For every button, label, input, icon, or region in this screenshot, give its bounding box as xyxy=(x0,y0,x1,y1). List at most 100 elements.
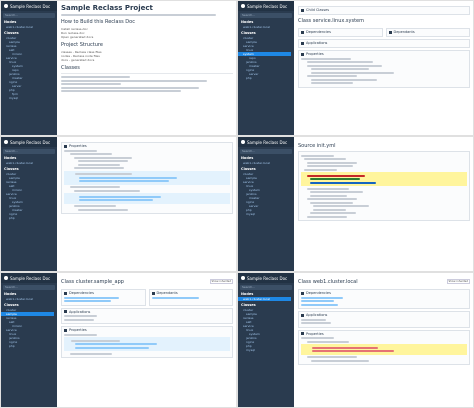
dependency-link[interactable] xyxy=(64,296,119,299)
code-line xyxy=(310,191,364,193)
divider xyxy=(61,73,233,74)
applications-box: Applications xyxy=(298,311,470,328)
code-line xyxy=(307,198,357,200)
property-line xyxy=(312,346,378,349)
property-line xyxy=(79,176,178,179)
sidebar-item-class[interactable]: php xyxy=(9,344,54,348)
panel-cluster-class: Sample Reclass Doc Search... Nodes web1.… xyxy=(0,272,237,408)
nodes-heading: Nodes xyxy=(241,20,254,24)
structure-heading: Project Structure xyxy=(61,42,103,48)
sidebar-item-node[interactable]: web1.cluster.local xyxy=(6,297,54,301)
applications-box: Applications xyxy=(298,39,470,48)
dependency-link[interactable] xyxy=(64,300,112,302)
property-line xyxy=(75,346,149,349)
search-input[interactable]: Search... xyxy=(240,149,292,154)
dependencies-box: Dependencies xyxy=(298,28,383,37)
text-line xyxy=(61,76,130,78)
code-line xyxy=(313,205,370,207)
property-line xyxy=(311,78,378,81)
applications-heading: Applications xyxy=(69,309,91,314)
panel-properties: Sample Reclass Doc Search... Nodes web1.… xyxy=(0,136,237,272)
property-line xyxy=(301,57,351,60)
sidebar-item-node[interactable]: web1.cluster.local xyxy=(243,25,291,29)
code-line xyxy=(310,194,347,197)
code-line xyxy=(301,154,335,157)
property-line xyxy=(78,163,120,166)
child-classes-box: Child Classes xyxy=(298,6,470,15)
search-input[interactable]: Search... xyxy=(240,285,292,290)
sidebar-item-class[interactable]: mysql xyxy=(9,96,54,100)
search-input[interactable]: Search... xyxy=(3,149,55,154)
app-icon xyxy=(301,313,304,317)
class-title: Class service.linux.system xyxy=(298,18,364,24)
link-icon xyxy=(388,30,392,34)
classes-heading: Classes xyxy=(4,303,19,307)
sidebar-item-class[interactable]: mysql xyxy=(246,348,291,352)
dependency-link[interactable] xyxy=(301,303,338,306)
code-line xyxy=(304,168,338,171)
dependencies-heading: Dependencies xyxy=(306,291,331,295)
main-content: Child Classes Class service.linux.system… xyxy=(298,4,470,135)
classes-heading: Classes xyxy=(241,167,256,171)
classes-heading: Classes xyxy=(241,31,256,35)
brand[interactable]: Sample Reclass Doc xyxy=(238,1,294,11)
property-line xyxy=(74,167,124,169)
brand[interactable]: Sample Reclass Doc xyxy=(1,137,57,147)
sidebar-item-class[interactable]: mysql xyxy=(246,212,291,216)
search-input[interactable]: Search... xyxy=(240,13,292,18)
dependency-link[interactable] xyxy=(301,296,343,299)
properties-box: Properties xyxy=(298,329,470,365)
property-line xyxy=(307,61,374,63)
dependants-box: Dependants xyxy=(148,289,233,306)
brand-title: Sample Reclass Doc xyxy=(10,3,51,9)
highlighted-block xyxy=(64,337,230,351)
dependant-link[interactable] xyxy=(151,296,199,299)
sidebar: Sample Reclass Doc Search... Nodes web1.… xyxy=(238,137,294,271)
gear-icon xyxy=(64,328,67,332)
sidebar-item-node[interactable]: web1.cluster.local xyxy=(243,161,291,165)
nodes-heading: Nodes xyxy=(241,292,254,296)
logo-icon xyxy=(241,276,245,280)
sidebar: Sample Reclass Doc Search... Nodes web1.… xyxy=(1,1,57,135)
build-heading: How to Build this Reclass Doc xyxy=(61,19,135,25)
highlighted-block xyxy=(301,344,467,355)
property-line xyxy=(312,350,394,352)
application-line xyxy=(64,315,98,317)
property-line xyxy=(74,205,116,207)
sidebar-item-class[interactable]: php xyxy=(246,76,291,80)
panel-source: Sample Reclass Doc Search... Nodes web1.… xyxy=(237,136,474,272)
show-inherited-toggle[interactable]: Show inherited xyxy=(446,279,470,284)
dependencies-box: Dependencies xyxy=(298,289,470,309)
classes-heading: Classes xyxy=(241,303,256,307)
property-line xyxy=(311,71,394,74)
property-line xyxy=(78,208,128,211)
property-line xyxy=(311,82,353,84)
main-content: Properties xyxy=(61,140,233,271)
code-line xyxy=(307,165,354,167)
text-line xyxy=(61,79,208,82)
properties-heading: Properties xyxy=(69,328,87,332)
sidebar-item-node-active[interactable]: web1.cluster.local xyxy=(238,297,291,301)
brand[interactable]: Sample Reclass Doc xyxy=(1,1,57,11)
brand[interactable]: Sample Reclass Doc xyxy=(238,273,294,283)
sidebar: Sample Reclass Doc Search... Nodes web1.… xyxy=(1,273,57,407)
show-inherited-toggle[interactable]: Show inherited xyxy=(209,279,233,284)
dependencies-heading: Dependencies xyxy=(306,30,331,34)
property-line xyxy=(70,186,120,188)
logo-icon xyxy=(4,140,8,144)
logo-icon xyxy=(4,4,8,8)
sidebar-item-node[interactable]: web1.cluster.local xyxy=(6,25,54,29)
brand[interactable]: Sample Reclass Doc xyxy=(238,137,294,147)
sidebar-item-node[interactable]: web1.cluster.local xyxy=(6,161,54,165)
search-input[interactable]: Search... xyxy=(3,285,55,290)
sidebar-item-class[interactable]: php xyxy=(9,216,54,220)
search-input[interactable]: Search... xyxy=(3,13,55,18)
code-line xyxy=(310,181,377,184)
brand[interactable]: Sample Reclass Doc xyxy=(1,273,57,283)
property-line xyxy=(64,333,98,336)
logo-icon xyxy=(241,140,245,144)
dependency-link[interactable] xyxy=(301,300,335,302)
panel-overview: Sample Reclass Doc Search... Nodes web1.… xyxy=(0,0,237,136)
list-item: docs - generated docs xyxy=(61,58,95,62)
code-line xyxy=(313,208,347,211)
